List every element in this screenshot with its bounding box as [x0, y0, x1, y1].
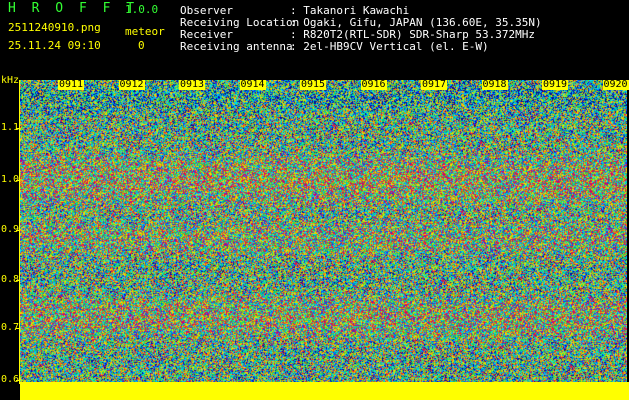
y-tick-mark — [16, 280, 20, 281]
y-tick-mark — [16, 128, 20, 129]
y-tick-mark — [16, 180, 20, 181]
x-tick-label: 0916 — [360, 79, 387, 90]
y-axis-unit: kHz — [1, 75, 20, 86]
x-tick-label: 0920 — [602, 79, 629, 90]
file-name: 2511240910.png — [8, 21, 101, 34]
x-tick-label: 0911 — [58, 79, 85, 90]
x-tick-label: 0915 — [300, 79, 327, 90]
app-version: 1.0.0 — [125, 3, 159, 16]
x-tick-label: 0919 — [542, 79, 569, 90]
x-tick-label: 0918 — [481, 79, 508, 90]
baseline-bar — [20, 382, 629, 400]
x-tick-label: 0913 — [179, 79, 206, 90]
x-tick-label: 0917 — [421, 79, 448, 90]
x-tick-label: 0914 — [239, 79, 266, 90]
x-tick-label: 0912 — [118, 79, 145, 90]
antenna-value: : 2el-HB9CV Vertical (el. E-W) — [290, 40, 489, 53]
app-title: H R O F F T — [8, 1, 139, 16]
y-tick-mark — [16, 380, 20, 381]
meteor-label: meteor — [125, 25, 165, 38]
spectrogram-canvas — [20, 80, 627, 384]
date-time: 25.11.24 09:10 — [8, 39, 101, 52]
y-tick-mark — [16, 230, 20, 231]
meteor-count: 0 — [138, 39, 145, 52]
y-tick-mark — [16, 328, 20, 329]
y-axis-line — [19, 80, 20, 384]
antenna-label: Receiving antenna — [180, 40, 293, 53]
